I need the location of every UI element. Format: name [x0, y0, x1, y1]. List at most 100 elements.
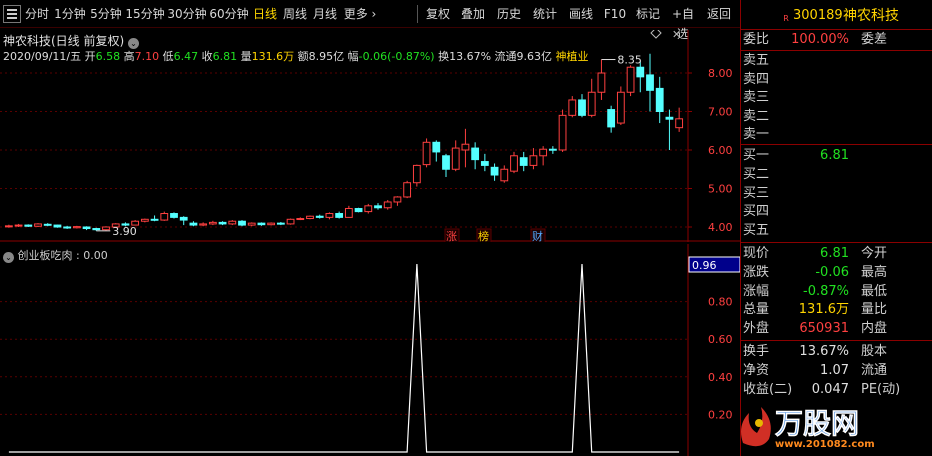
candle-body[interactable]	[636, 66, 645, 78]
event-tag[interactable]: 财	[532, 229, 543, 242]
action-3[interactable]: 统计	[528, 4, 562, 24]
candle-body[interactable]	[199, 223, 208, 226]
candle-body[interactable]	[140, 218, 149, 222]
candle-body[interactable]	[587, 91, 596, 116]
tab-6[interactable]: 日线	[250, 4, 280, 24]
candle-body[interactable]	[14, 224, 23, 227]
candle-body[interactable]	[325, 213, 334, 218]
candle-body[interactable]	[490, 166, 499, 176]
candle-body[interactable]	[354, 208, 363, 213]
tab-5[interactable]: 60分钟	[208, 4, 250, 24]
candle-body[interactable]	[568, 99, 577, 116]
tab-4[interactable]: 30分钟	[166, 4, 208, 24]
candle-body[interactable]	[539, 148, 548, 157]
action-5[interactable]: F10	[600, 4, 630, 24]
sector-tag[interactable]: 神植业	[556, 50, 589, 63]
price-tick-label: 7.00	[708, 106, 733, 119]
candle-body[interactable]	[257, 222, 266, 226]
tab-2[interactable]: 5分钟	[88, 4, 124, 24]
candle-body[interactable]	[422, 141, 431, 166]
candle-body[interactable]	[296, 218, 305, 221]
indicator-chart[interactable]: 0.80 0.60 0.40 0.20 0.96	[0, 244, 740, 456]
tab-9[interactable]: 更多 ›	[340, 4, 380, 24]
action-7[interactable]: +自选	[666, 4, 700, 41]
candle-body[interactable]	[393, 196, 402, 203]
action-2[interactable]: 历史	[492, 4, 526, 24]
candle-body[interactable]	[646, 74, 654, 91]
tab-0[interactable]: 分时	[22, 4, 52, 24]
close-icon[interactable]: ✕	[672, 30, 681, 41]
candle-body[interactable]	[34, 223, 42, 227]
chevron-down-icon[interactable]: ⌄	[3, 252, 14, 263]
action-6[interactable]: 标记	[632, 4, 664, 24]
candle-body[interactable]	[510, 155, 518, 172]
candle-body[interactable]	[72, 226, 81, 229]
candle-body[interactable]	[189, 222, 198, 226]
tab-7[interactable]: 周线	[280, 4, 310, 24]
candle-body[interactable]	[228, 220, 237, 225]
tab-8[interactable]: 月线	[310, 4, 340, 24]
candle-body[interactable]	[451, 147, 460, 170]
candle-body[interactable]	[286, 218, 295, 225]
action-0[interactable]: 复权	[422, 4, 454, 24]
candle-body[interactable]	[24, 224, 33, 227]
action-4[interactable]: 画线	[564, 4, 598, 24]
candle-body[interactable]	[626, 66, 635, 93]
event-tag[interactable]: 榜	[478, 229, 489, 242]
candle-body[interactable]	[578, 99, 586, 116]
candle-body[interactable]	[179, 216, 188, 221]
candle-body[interactable]	[63, 226, 72, 229]
candle-body[interactable]	[558, 114, 567, 151]
candle-body[interactable]	[461, 143, 470, 151]
candle-body[interactable]	[306, 215, 314, 220]
candle-body[interactable]	[102, 226, 110, 231]
candle-body[interactable]	[529, 155, 538, 166]
weibi-row: 委比 100.00% 委差	[741, 31, 932, 49]
candle-body[interactable]	[218, 221, 227, 225]
tab-1[interactable]: 1分钟	[52, 4, 88, 24]
candle-body[interactable]	[344, 208, 353, 218]
candle-body[interactable]	[383, 201, 392, 209]
candle-body[interactable]	[53, 224, 62, 228]
candle-body[interactable]	[432, 141, 441, 153]
menu-icon[interactable]	[3, 5, 21, 23]
candle-body[interactable]	[665, 116, 674, 120]
candle-body[interactable]	[92, 228, 101, 231]
candle-body[interactable]	[607, 109, 616, 128]
candle-body[interactable]	[616, 91, 625, 124]
candle-body[interactable]	[43, 223, 52, 226]
candle-body[interactable]	[267, 222, 276, 226]
candle-body[interactable]	[374, 205, 382, 209]
diamond-settings-icon[interactable]	[650, 30, 662, 39]
candle-body[interactable]	[208, 221, 217, 225]
candle-body[interactable]	[160, 213, 169, 221]
tab-3[interactable]: 15分钟	[124, 4, 166, 24]
stock-name: 神农科技	[843, 8, 899, 24]
candle-body[interactable]	[82, 226, 91, 230]
candle-body[interactable]	[247, 222, 256, 226]
high-value: 7.10	[134, 50, 160, 63]
candle-body[interactable]	[500, 168, 509, 182]
candle-body[interactable]	[655, 87, 664, 113]
event-tag[interactable]: 涨	[446, 230, 457, 242]
candle-body[interactable]	[170, 213, 178, 218]
stat-row: 涨幅 -0.87% 最低	[741, 283, 932, 301]
candle-body[interactable]	[519, 157, 528, 166]
candle-body[interactable]	[276, 222, 285, 225]
candle-body[interactable]	[480, 161, 489, 166]
candle-body[interactable]	[364, 205, 373, 213]
candle-body[interactable]	[4, 225, 13, 228]
action-1[interactable]: 叠加	[456, 4, 490, 24]
candle-body[interactable]	[442, 155, 450, 170]
candle-body[interactable]	[403, 182, 412, 198]
candle-body[interactable]	[548, 148, 557, 151]
candle-body[interactable]	[335, 213, 344, 218]
candle-body[interactable]	[315, 215, 324, 218]
candle-body[interactable]	[597, 72, 606, 93]
candle-body[interactable]	[412, 164, 421, 184]
candle-body[interactable]	[238, 220, 246, 226]
candle-body[interactable]	[471, 147, 480, 161]
candle-body[interactable]	[150, 218, 159, 221]
candle-body[interactable]	[675, 118, 684, 129]
action-8[interactable]: 返回	[702, 4, 736, 24]
